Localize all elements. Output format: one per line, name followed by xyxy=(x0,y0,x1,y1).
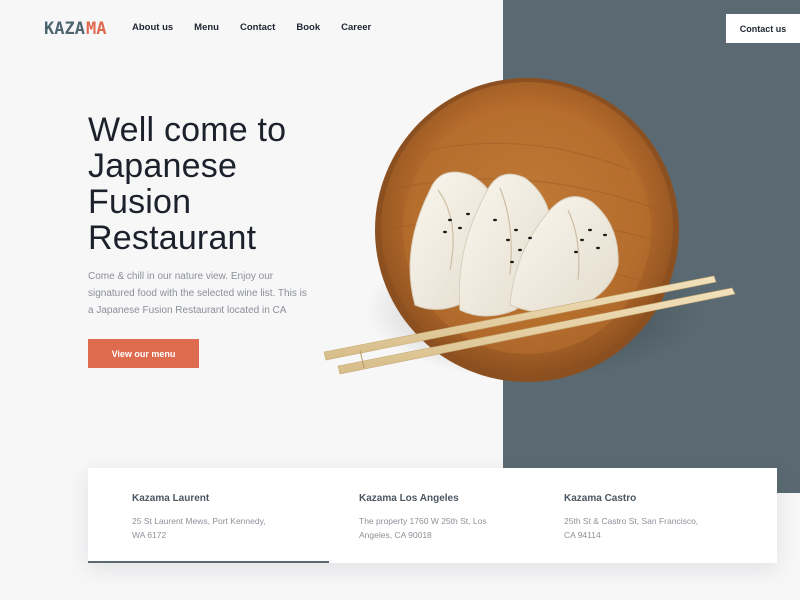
main-nav: About us Menu Contact Book Career xyxy=(132,22,371,33)
nav-item-about[interactable]: About us xyxy=(132,22,173,33)
locations-card: Kazama Laurent 25 St Laurent Mews, Port … xyxy=(88,468,777,563)
location-address-line: 25th St & Castro St, San Francisco, xyxy=(564,516,699,526)
contact-us-button[interactable]: Contact us xyxy=(726,14,800,43)
location-name: Kazama Los Angeles xyxy=(359,493,459,504)
nav-item-career[interactable]: Career xyxy=(341,22,371,33)
location-name: Kazama Castro xyxy=(564,493,637,504)
nav-item-contact[interactable]: Contact xyxy=(240,22,275,33)
location-address: 25 St Laurent Mews, Port Kennedy, WA 617… xyxy=(132,514,307,542)
location-address-line: WA 6172 xyxy=(132,530,167,540)
location-address-line: 25 St Laurent Mews, Port Kennedy, xyxy=(132,516,266,526)
location-address-line: Angeles, CA 90018 xyxy=(359,530,432,540)
hero-description-line: a Japanese Fusion Restaurant located in … xyxy=(88,305,287,316)
location-address-line: CA 94114 xyxy=(564,530,601,540)
logo[interactable]: KAZA MA xyxy=(44,18,106,40)
location-address-line: The property 1760 W 25th St, Los xyxy=(359,516,487,526)
location-address: 25th St & Castro St, San Francisco, CA 9… xyxy=(564,514,739,542)
logo-text-part2: MA xyxy=(85,19,107,39)
hero-description-line: signatured food with the selected wine l… xyxy=(88,288,307,299)
hero-description: Come & chill in our nature view. Enjoy o… xyxy=(88,268,338,319)
location-name: Kazama Laurent xyxy=(132,493,210,504)
view-menu-button[interactable]: View our menu xyxy=(88,339,199,368)
hero-description-line: Come & chill in our nature view. Enjoy o… xyxy=(88,271,274,282)
logo-text-part1: KAZA xyxy=(44,19,85,39)
dumplings-plate-image xyxy=(323,78,736,382)
active-location-indicator xyxy=(88,561,329,563)
nav-item-book[interactable]: Book xyxy=(296,22,320,33)
nav-item-menu[interactable]: Menu xyxy=(194,22,219,33)
location-address: The property 1760 W 25th St, Los Angeles… xyxy=(359,514,534,542)
